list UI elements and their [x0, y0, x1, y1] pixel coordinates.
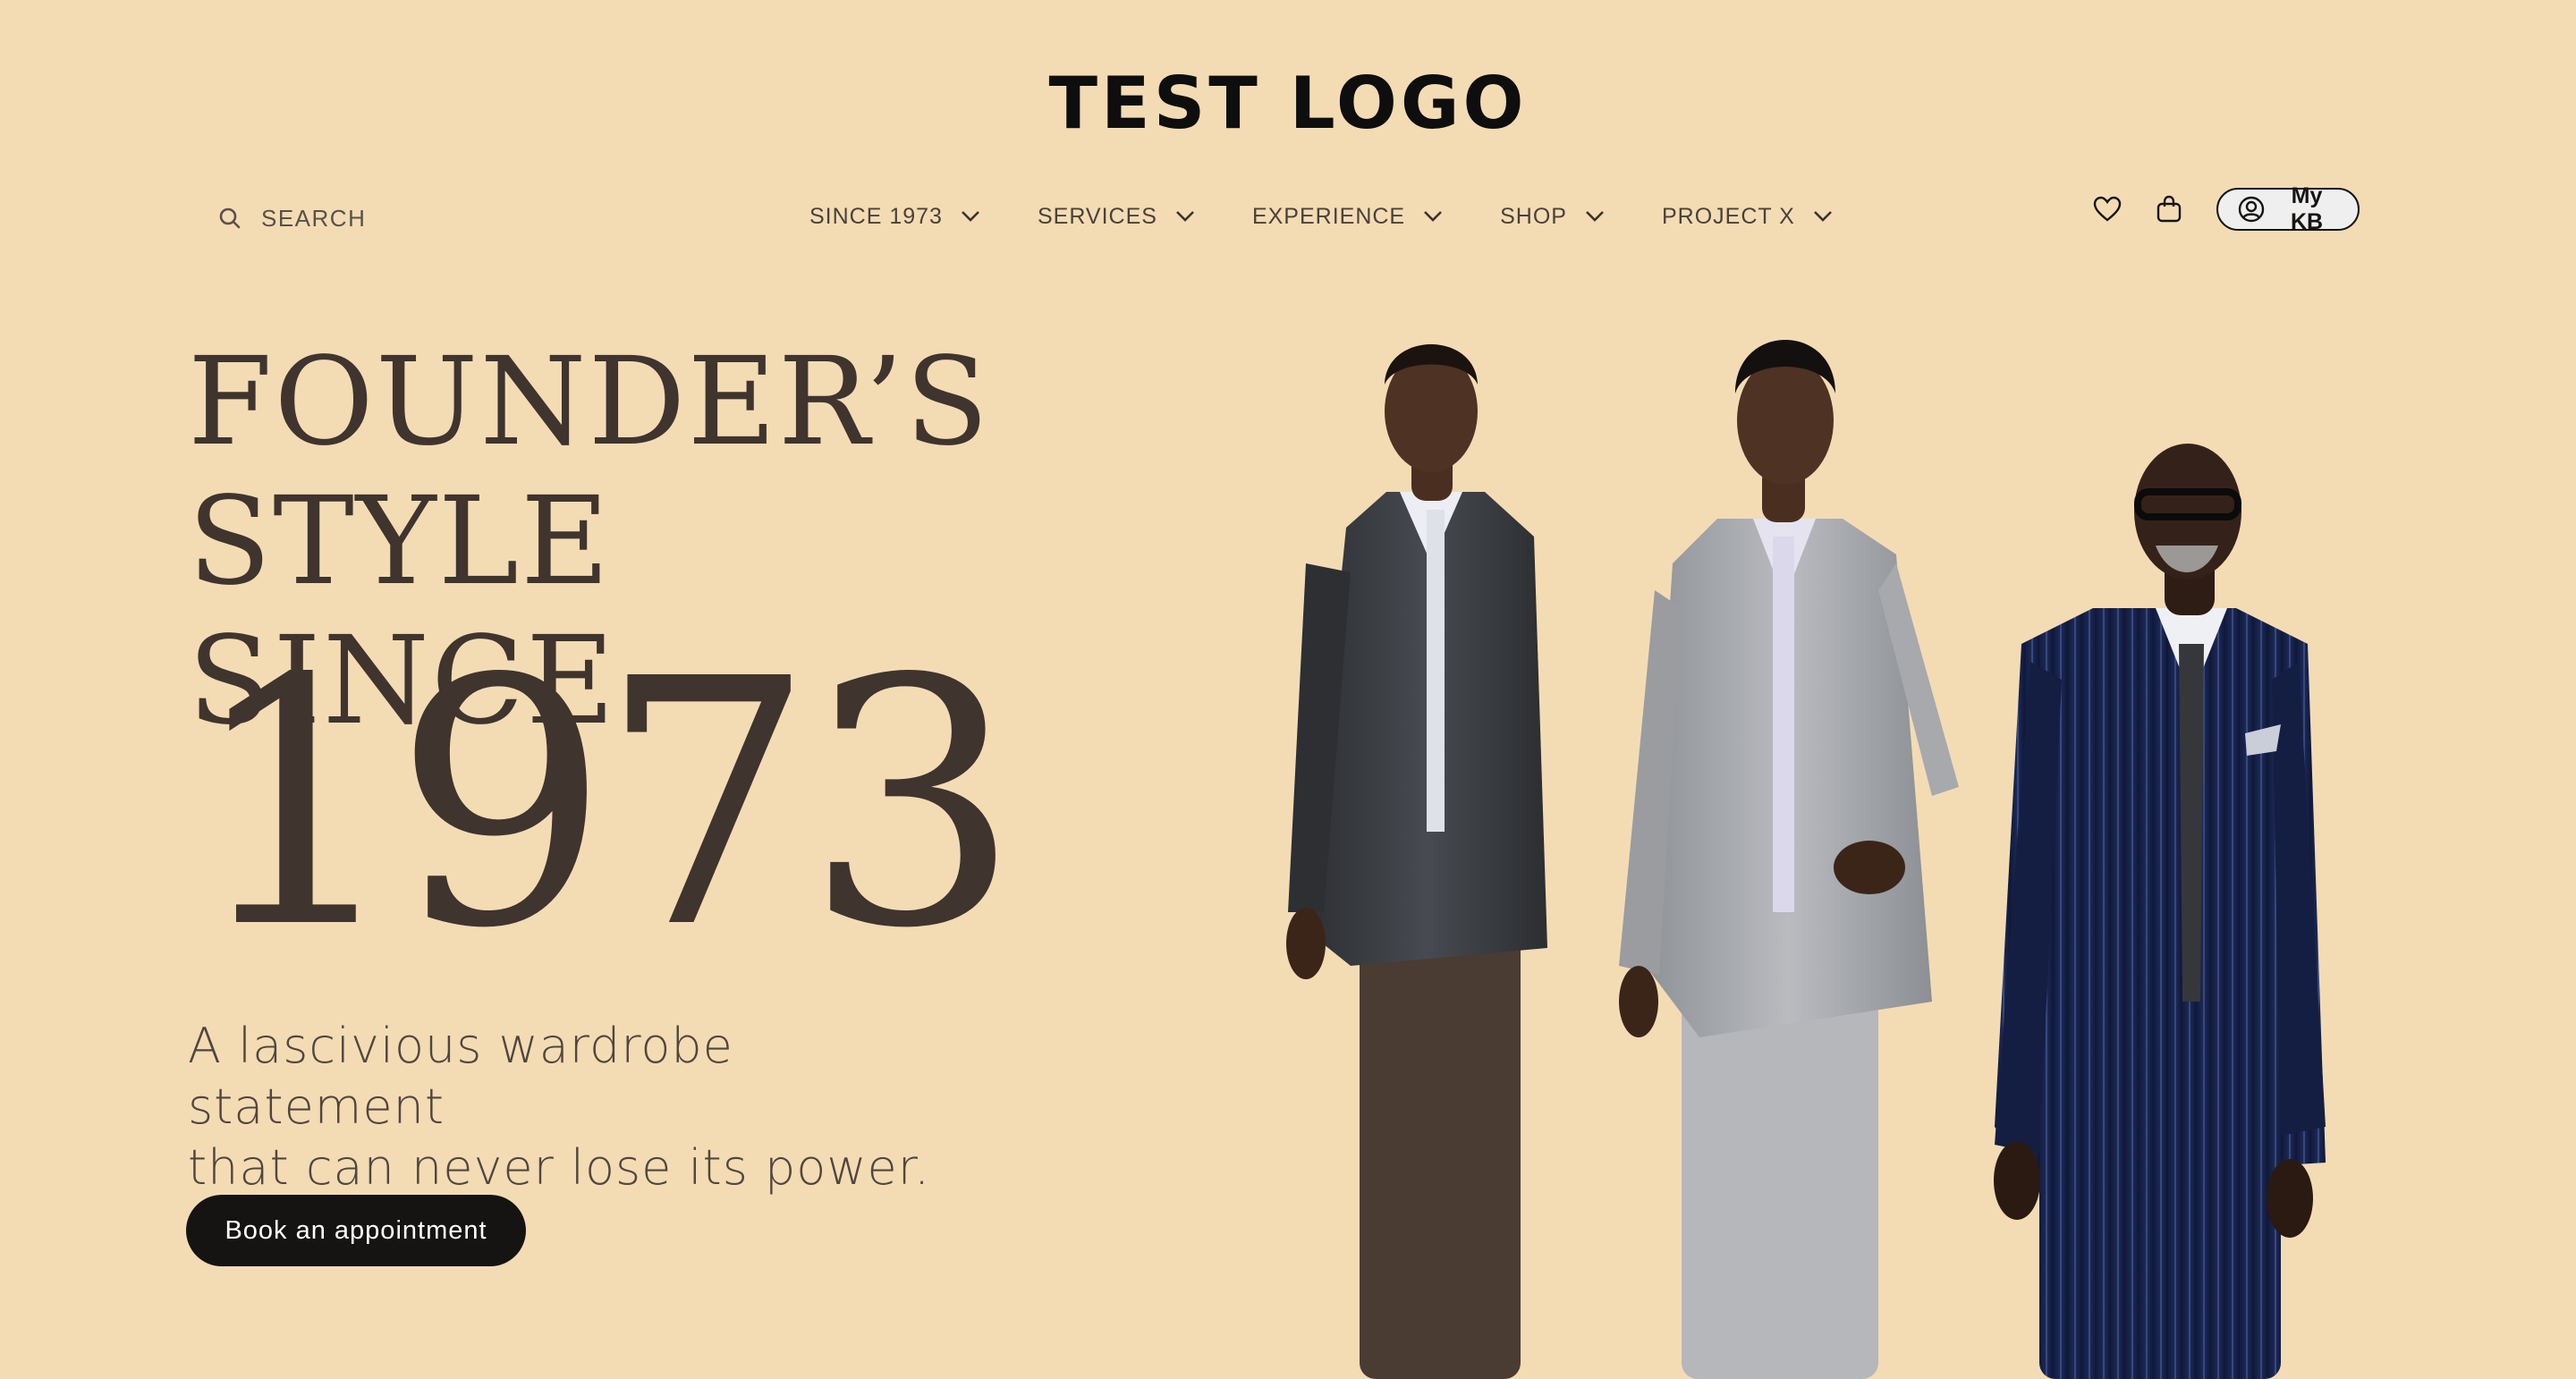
chevron-down-icon [1585, 210, 1605, 223]
model-center [1619, 340, 1959, 1379]
search-icon [218, 207, 242, 230]
nav-item-label: PROJECT X [1661, 203, 1795, 229]
book-appointment-button[interactable]: Book an appointment [186, 1195, 526, 1266]
hero-subtitle: A lascivious wardrobe statement that can… [188, 1016, 993, 1198]
nav-item-label: EXPERIENCE [1251, 203, 1406, 229]
hero-subtitle-line-2: that can never lose its power. [188, 1139, 931, 1196]
search-trigger[interactable]: SEARCH [218, 200, 366, 236]
nav-item-label: SHOP [1500, 203, 1567, 229]
nav-item-experience[interactable]: EXPERIENCE [1252, 204, 1443, 230]
hero-subtitle-line-1: A lascivious wardrobe statement [188, 1018, 733, 1135]
nav-item-project-x[interactable]: PROJECT X [1662, 204, 1833, 230]
nav-item-label: SINCE 1973 [809, 203, 943, 229]
hero-year: 1973 [188, 606, 1021, 1003]
chevron-down-icon [961, 210, 980, 223]
chevron-down-icon [1423, 210, 1443, 223]
hero-image-models [1286, 340, 2326, 1379]
model-left [1286, 344, 1547, 1379]
account-button[interactable]: My KB [2216, 183, 2360, 234]
user-circle-icon [2238, 196, 2265, 223]
main-nav: SINCE 1973 SERVICES EXPERIENCE SHOP PROJ… [809, 199, 1833, 234]
nav-item-label: SERVICES [1037, 203, 1157, 229]
hero-headline-line-1: FOUNDER’S [188, 332, 991, 473]
account-label: My KB [2290, 183, 2324, 234]
search-label: SEARCH [261, 204, 367, 232]
site-logo[interactable]: TEST LOGO [0, 62, 2576, 145]
nav-item-shop[interactable]: SHOP [1500, 204, 1605, 230]
nav-item-since-1973[interactable]: SINCE 1973 [809, 204, 980, 230]
heart-icon[interactable] [2093, 196, 2122, 223]
bag-icon[interactable] [2156, 195, 2182, 224]
model-right [1994, 444, 2326, 1379]
nav-item-services[interactable]: SERVICES [1038, 204, 1195, 230]
chevron-down-icon [1175, 210, 1195, 223]
chevron-down-icon [1813, 210, 1833, 223]
header-actions: My KB [2093, 183, 2360, 234]
